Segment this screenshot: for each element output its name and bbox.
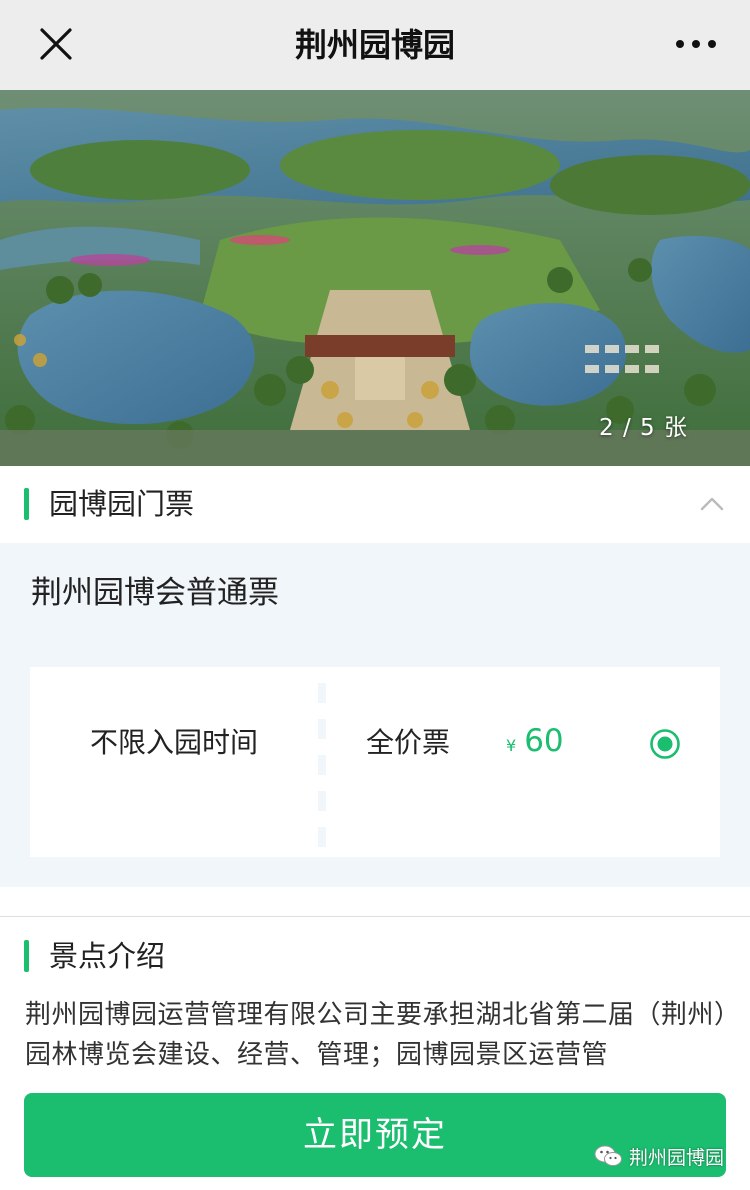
- ticket-price: ¥60: [506, 721, 564, 766]
- hero-carousel[interactable]: 2 / 5 张: [0, 90, 750, 466]
- page-title: 荆州园博园: [294, 26, 455, 64]
- section-accent-bar: [24, 488, 29, 520]
- price-value: 60: [524, 723, 564, 759]
- ticket-section-header[interactable]: 园博园门票: [0, 466, 750, 542]
- carousel-counter: 2 / 5 张: [599, 415, 688, 441]
- navbar: 荆州园博园: [0, 0, 750, 90]
- more-button[interactable]: [672, 22, 720, 66]
- radio-selected-icon[interactable]: [649, 728, 681, 760]
- watermark: 荆州园博园: [593, 1140, 724, 1172]
- entry-time-label: 不限入园时间: [89, 726, 258, 759]
- section-divider: [0, 916, 750, 917]
- intro-section-title: 景点介绍: [49, 939, 166, 973]
- ticket-divider: [318, 667, 326, 857]
- wechat-icon: [594, 1145, 622, 1166]
- ticket-name: 荆州园博会普通票: [31, 575, 279, 611]
- price-currency: ¥: [506, 736, 517, 755]
- chevron-up-icon[interactable]: [698, 490, 726, 518]
- ticket-section-title: 园博园门票: [49, 487, 195, 521]
- ticket-type-label: 全价票: [366, 726, 451, 759]
- watermark-text: 荆州园博园: [628, 1146, 724, 1169]
- more-dots-icon: [676, 40, 716, 48]
- ticket-area: 荆州园博会普通票 不限入园时间 全价票 ¥60: [0, 543, 750, 887]
- intro-text: 荆州园博园运营管理有限公司主要承担湖北省第二届（荆州）园林博览会建设、经营、管理…: [25, 1000, 728, 1070]
- intro-section-header: 景点介绍: [0, 918, 750, 994]
- ticket-option-card[interactable]: 不限入园时间 全价票 ¥60: [30, 667, 720, 857]
- section-accent-bar: [24, 940, 29, 972]
